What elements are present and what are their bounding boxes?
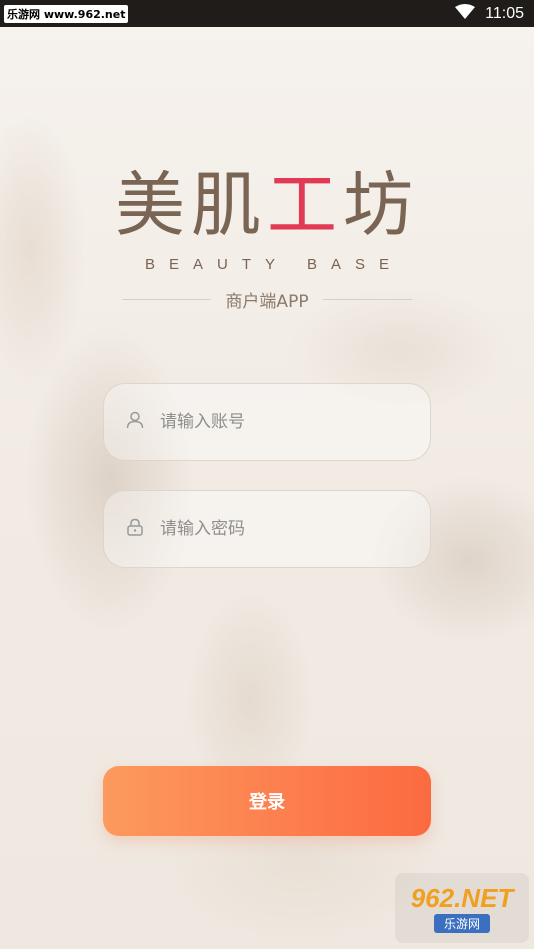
divider-left (122, 299, 212, 300)
login-button[interactable]: 登录 (103, 766, 431, 836)
logo-text-part-2: 工 (267, 164, 343, 246)
logo-english-title: BEAUTY BASE (145, 256, 403, 273)
lock-icon (126, 518, 144, 540)
logo-subtitle-row: 商户端APP (122, 287, 413, 312)
user-icon (126, 411, 144, 433)
status-clock: 11:05 (485, 4, 524, 22)
site-watermark: 962.NET 乐游网 (395, 873, 529, 943)
account-input[interactable] (160, 412, 410, 432)
status-bar: 乐游网 www.962.net 11:05 (0, 0, 534, 27)
logo-chinese-title: 美肌工坊 (115, 160, 419, 250)
logo-text-part-1: 美肌 (115, 164, 267, 246)
watermark-top: 962.NET (410, 883, 514, 913)
wifi-icon (455, 3, 476, 24)
logo-subtitle: 商户端APP (225, 292, 309, 312)
brand-logo: 美肌工坊 BEAUTY BASE 商户端APP (0, 160, 534, 312)
watermark-bottom: 乐游网 (433, 914, 490, 933)
password-field[interactable] (103, 490, 431, 568)
status-right: 11:05 (455, 3, 524, 24)
divider-right (322, 299, 413, 300)
logo-text-part-3: 坊 (343, 164, 419, 246)
account-field[interactable] (103, 383, 431, 461)
password-input[interactable] (160, 519, 410, 539)
status-source-label: 乐游网 www.962.net (4, 4, 129, 23)
